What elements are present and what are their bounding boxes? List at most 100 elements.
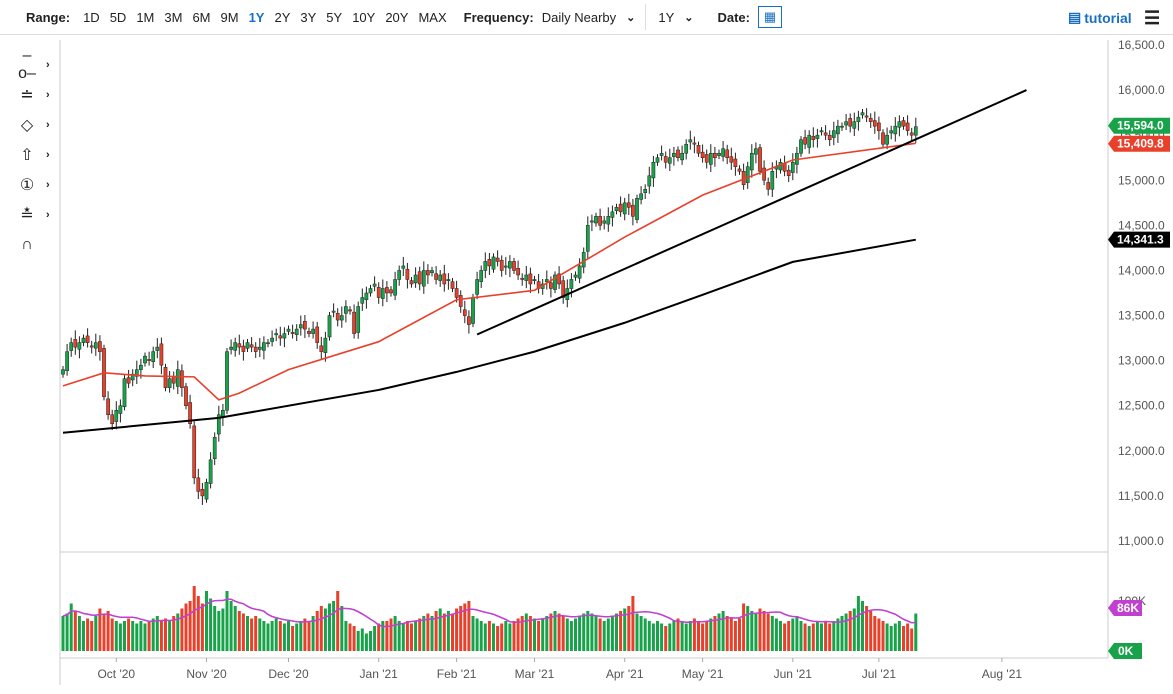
trendline <box>477 90 1026 334</box>
candle-body <box>238 344 241 347</box>
candle-body <box>234 343 237 351</box>
volume-bar <box>394 616 397 651</box>
candle-body <box>262 343 265 351</box>
candle-body <box>549 283 552 289</box>
candle-body <box>525 275 528 281</box>
volume-bar <box>890 626 893 651</box>
candle-body <box>246 343 249 349</box>
candle-body <box>271 338 274 341</box>
candle-body <box>98 342 101 352</box>
candle-body <box>635 198 638 219</box>
volume-bar <box>283 624 286 652</box>
y-tick-label: 13,500.0 <box>1118 309 1165 323</box>
volume-bar <box>525 614 528 652</box>
candle-body <box>66 352 69 371</box>
candle-body <box>435 274 438 280</box>
volume-bar <box>152 619 155 652</box>
volume-bar <box>611 616 614 651</box>
candle-body <box>816 135 819 138</box>
candle-body <box>258 347 261 349</box>
volume-bar <box>78 616 81 651</box>
candle-body <box>746 167 749 183</box>
candle-body <box>336 313 339 320</box>
candle-body <box>221 410 224 417</box>
volume-bar <box>672 621 675 651</box>
volume-bar <box>849 611 852 651</box>
volume-bar <box>160 621 163 651</box>
volume-bar <box>910 629 913 652</box>
x-tick-label: Feb '21 <box>437 667 477 681</box>
candle-body <box>607 216 610 224</box>
candle-body <box>230 347 233 349</box>
volume-bar <box>455 609 458 652</box>
candle-body <box>672 153 675 156</box>
volume-bar <box>759 609 762 652</box>
y-tick-label: 14,500.0 <box>1118 218 1165 232</box>
candle-body <box>697 145 700 153</box>
candle-body <box>61 370 64 375</box>
candle-body <box>193 426 196 478</box>
candle-body <box>656 158 659 163</box>
candle-body <box>459 295 462 306</box>
volume-bar <box>648 621 651 651</box>
candle-body <box>709 153 712 164</box>
candle-body <box>578 266 581 278</box>
volume-bar <box>492 624 495 652</box>
candle-body <box>898 122 901 128</box>
candle-body <box>123 379 126 407</box>
volume-bar <box>828 624 831 652</box>
volume-bar <box>599 619 602 652</box>
candle-body <box>504 266 507 267</box>
volume-bar <box>861 601 864 651</box>
volume-bar <box>832 621 835 651</box>
candle-body <box>209 460 212 484</box>
candle-body <box>730 157 733 163</box>
volume-bar <box>135 624 138 652</box>
volume-bar <box>127 619 130 652</box>
y-tick-label: 16,000.0 <box>1118 83 1165 97</box>
candle-body <box>365 293 368 300</box>
candle-body <box>804 138 807 145</box>
candle-body <box>381 288 384 298</box>
volume-bar <box>189 601 192 651</box>
candle-body <box>676 150 679 158</box>
volume-bar <box>636 614 639 652</box>
candle-body <box>623 203 626 214</box>
candle-body <box>787 170 790 176</box>
candle-body <box>299 325 302 328</box>
volume-bar <box>172 616 175 651</box>
candle-body <box>668 158 671 164</box>
candle-body <box>373 284 376 286</box>
candle-body <box>213 437 216 458</box>
price-chart[interactable]: 16,500.016,000.015,500.015,000.014,500.0… <box>0 0 1173 694</box>
candle-body <box>689 140 692 142</box>
candle-body <box>754 149 757 155</box>
candle-body <box>717 153 720 155</box>
volume-bar <box>742 604 745 652</box>
volume-bar <box>349 624 352 652</box>
volume-bar <box>320 606 323 651</box>
candle-body <box>418 272 421 284</box>
volume-bar <box>144 624 147 652</box>
candle-body <box>533 279 536 280</box>
volume-bar <box>865 606 868 651</box>
volume-bar <box>693 619 696 652</box>
volume-bar <box>213 606 216 651</box>
x-tick-label: Aug '21 <box>982 667 1023 681</box>
volume-bar <box>558 614 561 652</box>
candle-body <box>348 310 351 311</box>
candle-body <box>307 331 310 333</box>
candle-body <box>574 275 577 277</box>
candle-body <box>873 121 876 127</box>
volume-bar <box>668 624 671 652</box>
candle-body <box>767 182 770 189</box>
volume-bar <box>139 621 142 651</box>
volume-bar <box>250 619 253 652</box>
candle-body <box>320 346 323 352</box>
y-tick-label: 14,000.0 <box>1118 263 1165 277</box>
ma50-tag: 15,409.8 <box>1117 137 1164 151</box>
y-tick-label: 16,500.0 <box>1118 38 1165 52</box>
candle-body <box>111 415 114 424</box>
volume-bar <box>779 621 782 651</box>
candle-body <box>455 288 458 297</box>
